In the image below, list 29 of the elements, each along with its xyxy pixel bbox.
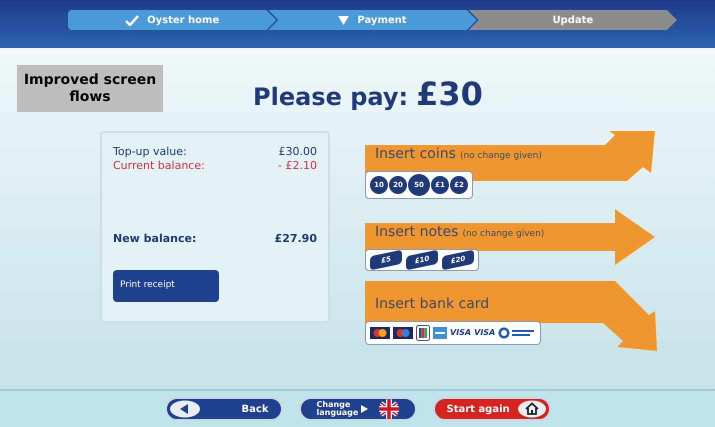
print-receipt-button[interactable]: Print receipt xyxy=(113,270,219,302)
card-logo-icon xyxy=(498,327,536,339)
option-note: (no change given) xyxy=(460,150,542,163)
card-logo-text: VISA xyxy=(450,329,472,337)
summary-value: - £2.10 xyxy=(278,159,317,173)
pay-label: Please pay: xyxy=(253,82,408,113)
pay-amount: £30 xyxy=(416,74,483,115)
play-icon xyxy=(360,405,368,413)
home-icon xyxy=(516,400,546,418)
check-icon xyxy=(125,14,140,26)
summary-label: Current balance: xyxy=(113,159,205,173)
option-title: Insert coins xyxy=(375,145,456,164)
total-value: £27.90 xyxy=(274,231,317,247)
total-label: New balance: xyxy=(113,231,196,247)
caption: Improved screen flows xyxy=(17,65,163,112)
summary-value: £30.00 xyxy=(278,145,317,159)
triangle-down-icon xyxy=(338,16,350,24)
card-logo-icon xyxy=(416,325,430,341)
card-logo-icon xyxy=(393,327,413,339)
start-again-button[interactable]: Start again xyxy=(432,397,550,421)
card-logo-icon xyxy=(370,327,390,339)
back-button[interactable]: Back xyxy=(164,397,282,421)
summary-label: Top-up value: xyxy=(113,145,187,159)
option-title: Insert notes xyxy=(375,223,458,242)
option-title: Insert bank card xyxy=(375,295,490,314)
option-note: (no change given) xyxy=(462,228,544,241)
card-logo-text: VISA xyxy=(474,329,496,337)
change-language-button[interactable]: Change language xyxy=(298,397,416,421)
card-logo-icon xyxy=(433,327,447,339)
